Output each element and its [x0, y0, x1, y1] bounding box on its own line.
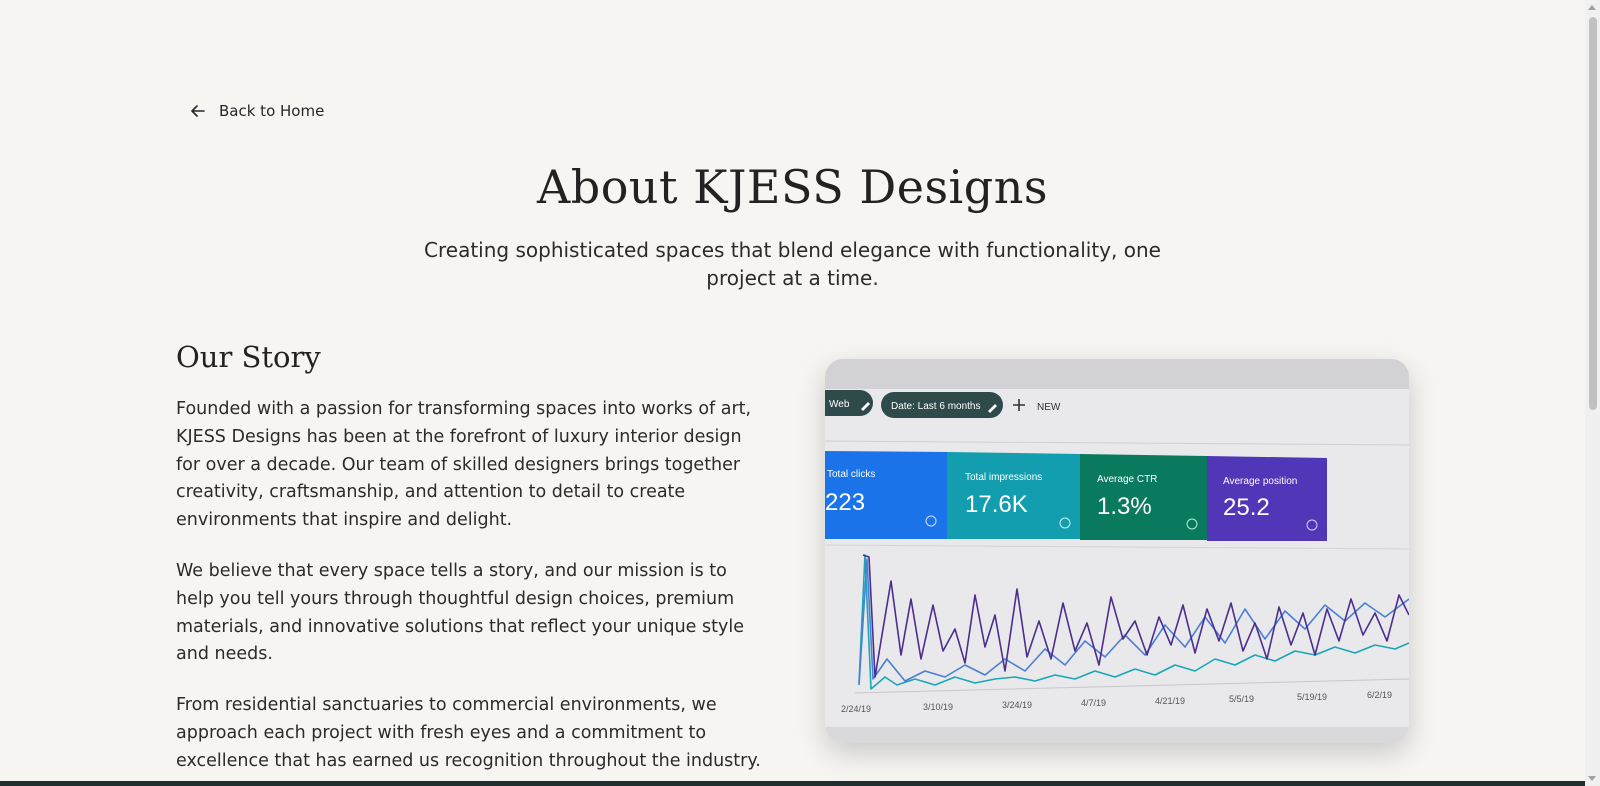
- analytics-photo: Web Date: Last 6 months NEW Total clicks…: [825, 359, 1409, 743]
- metric-label: Total clicks: [827, 469, 875, 480]
- scroll-up-icon[interactable]: [1588, 5, 1596, 10]
- date-label: 4/21/19: [1155, 696, 1185, 706]
- page-subtitle: Creating sophisticated spaces that blend…: [424, 238, 1161, 290]
- our-story-body: Founded with a passion for transforming …: [176, 396, 766, 786]
- story-paragraph: We believe that every space tells a stor…: [176, 560, 744, 665]
- date-label: 3/24/19: [1002, 700, 1032, 710]
- about-page: Back to Home About KJESS Designs Creatin…: [0, 0, 1585, 786]
- scrollbar-thumb[interactable]: [1589, 17, 1597, 410]
- date-label: 4/7/19: [1081, 698, 1106, 708]
- story-paragraph: From residential sanctuaries to commerci…: [176, 695, 761, 771]
- metric-label: Total impressions: [965, 472, 1042, 483]
- web-chip: Web: [825, 390, 873, 416]
- date-label: 3/10/19: [923, 702, 953, 712]
- footer-edge: [0, 781, 1585, 786]
- our-story-heading: Our Story: [176, 340, 321, 374]
- metric-tile: Average CTR 1.3%: [1080, 454, 1207, 540]
- metric-tile: Total clicks 223: [825, 451, 947, 539]
- chip-label: Web: [829, 399, 850, 410]
- metric-tile: Total impressions 17.6K: [947, 452, 1080, 539]
- date-chip: Date: Last 6 months: [881, 392, 1003, 418]
- new-label: NEW: [1037, 402, 1061, 413]
- date-label: 2/24/19: [841, 704, 871, 714]
- date-label: 5/5/19: [1229, 694, 1254, 704]
- story-paragraph: Founded with a passion for transforming …: [176, 399, 752, 531]
- back-to-home-label: Back to Home: [219, 102, 325, 120]
- scroll-down-icon[interactable]: [1588, 776, 1596, 781]
- metric-label: Average CTR: [1097, 474, 1157, 485]
- page-title: About KJESS Designs: [537, 160, 1048, 214]
- back-to-home-link[interactable]: Back to Home: [191, 102, 324, 120]
- metric-tile: Average position 25.2: [1207, 456, 1327, 541]
- arrow-left-icon: [191, 105, 205, 117]
- date-label: 5/19/19: [1297, 692, 1327, 702]
- chip-label: Date: Last 6 months: [891, 401, 981, 412]
- date-label: 6/2/19: [1367, 690, 1392, 700]
- metric-value: 25.2: [1223, 494, 1270, 521]
- metric-value: 223: [825, 489, 865, 516]
- metric-label: Average position: [1223, 476, 1297, 487]
- page-scrollbar[interactable]: [1585, 0, 1600, 786]
- metric-value: 17.6K: [965, 491, 1028, 518]
- metric-value: 1.3%: [1097, 493, 1152, 520]
- analytics-dashboard-image: Web Date: Last 6 months NEW Total clicks…: [825, 359, 1409, 743]
